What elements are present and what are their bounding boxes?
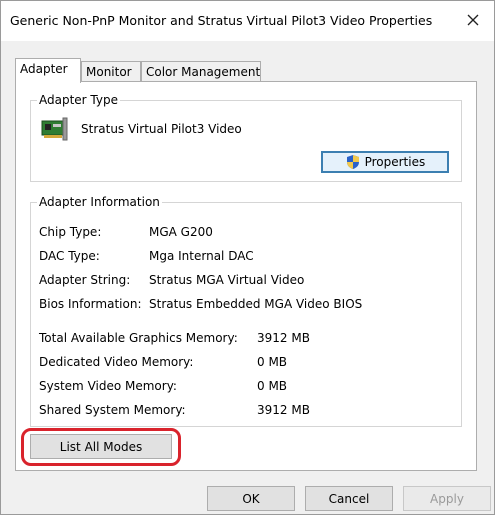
- dedicated-video-memory-value: 0 MB: [257, 355, 288, 369]
- tab-monitor-label: Monitor: [86, 65, 132, 79]
- graphics-card-icon: [41, 115, 69, 143]
- title-bar: Generic Non-PnP Monitor and Stratus Virt…: [1, 1, 494, 41]
- ok-button[interactable]: OK: [207, 486, 295, 511]
- adapter-string-label: Adapter String:: [39, 273, 131, 287]
- close-icon[interactable]: [462, 9, 484, 31]
- uac-shield-icon: [345, 154, 361, 170]
- adapter-info-legend: Adapter Information: [37, 195, 162, 209]
- properties-button-label: Properties: [364, 155, 426, 169]
- adapter-string-value: Stratus MGA Virtual Video: [149, 273, 305, 287]
- adapter-name: Stratus Virtual Pilot3 Video: [81, 122, 242, 136]
- tab-color-management[interactable]: Color Management: [141, 61, 261, 81]
- bios-information-label: Bios Information:: [39, 297, 142, 311]
- dac-type-value: Mga Internal DAC: [149, 249, 254, 263]
- system-video-memory-label: System Video Memory:: [39, 379, 177, 393]
- adapter-type-group: Adapter Type Stratus Virtual Pilot3 Vide…: [30, 93, 462, 182]
- tab-adapter-label: Adapter: [20, 62, 68, 76]
- shared-system-memory-value: 3912 MB: [257, 403, 310, 417]
- apply-button[interactable]: Apply: [403, 486, 491, 511]
- tab-color-management-label: Color Management: [146, 65, 261, 79]
- chip-type-label: Chip Type:: [39, 225, 102, 239]
- tab-adapter[interactable]: Adapter: [15, 58, 81, 83]
- shared-system-memory-label: Shared System Memory:: [39, 403, 186, 417]
- properties-dialog: Generic Non-PnP Monitor and Stratus Virt…: [0, 0, 495, 515]
- tab-monitor[interactable]: Monitor: [81, 61, 141, 81]
- highlight-annotation: [21, 428, 181, 466]
- tab-strip: Adapter Monitor Color Management: [15, 58, 494, 83]
- total-graphics-memory-value: 3912 MB: [257, 331, 310, 345]
- bios-information-value: Stratus Embedded MGA Video BIOS: [149, 297, 363, 311]
- properties-button[interactable]: Properties: [321, 151, 449, 173]
- dedicated-video-memory-label: Dedicated Video Memory:: [39, 355, 194, 369]
- adapter-tab-panel: Adapter Type Stratus Virtual Pilot3 Vide…: [15, 81, 477, 471]
- total-graphics-memory-label: Total Available Graphics Memory:: [39, 331, 238, 345]
- system-video-memory-value: 0 MB: [257, 379, 288, 393]
- dac-type-label: DAC Type:: [39, 249, 100, 263]
- adapter-info-group: Adapter Information Chip Type: MGA G200 …: [30, 195, 462, 427]
- window-title: Generic Non-PnP Monitor and Stratus Virt…: [10, 13, 433, 28]
- chip-type-value: MGA G200: [149, 225, 213, 239]
- cancel-button[interactable]: Cancel: [305, 486, 393, 511]
- adapter-type-legend: Adapter Type: [37, 93, 120, 107]
